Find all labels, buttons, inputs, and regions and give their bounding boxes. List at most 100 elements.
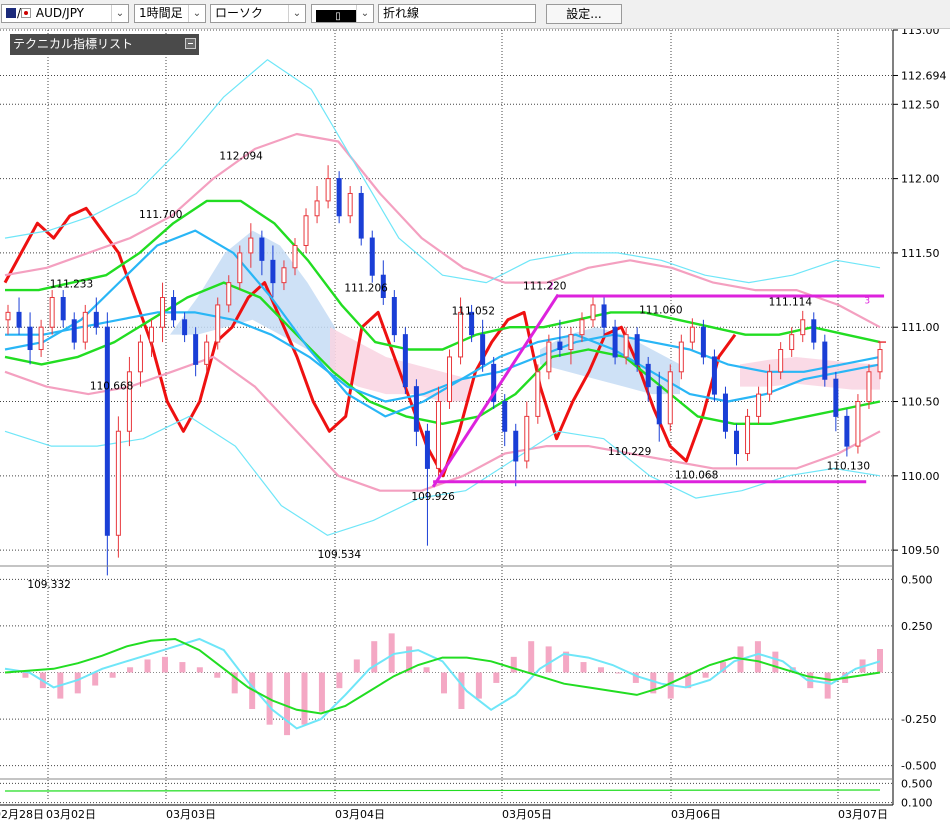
macd-histogram-bar	[597, 667, 604, 673]
bearish-candle	[358, 192, 364, 239]
bullish-candle	[435, 401, 441, 469]
macd-histogram-bar	[353, 659, 360, 673]
technical-indicator-list-panel[interactable]: テクニカル指標リスト	[10, 34, 199, 55]
bullish-candle	[215, 304, 221, 343]
chart-canvas[interactable]: 113.00112.694112.50112.00111.50111.00110…	[0, 0, 950, 824]
bearish-candle	[557, 341, 563, 351]
price-annotation: 110.668	[90, 381, 133, 393]
macd-histogram-bar	[615, 672, 622, 674]
timeframe-label: 1時間足	[139, 6, 183, 20]
jp-flag-icon	[21, 8, 32, 18]
price-annotation: 111.060	[639, 304, 682, 316]
x-tick-label: 03月04日	[335, 808, 385, 821]
bullish-candle	[204, 341, 210, 365]
color-select[interactable]: ▯ ⌄	[311, 4, 374, 23]
toolbar: / AUD/JPY ⌄ 1時間足 ⌄ ローソク ⌄ ▯ ⌄ 折れ線 設定...	[0, 0, 950, 29]
bearish-candle	[182, 319, 188, 336]
price-annotation: 110.068	[675, 470, 718, 482]
macd-histogram-bar	[318, 672, 325, 712]
x-tick-label: 03月05日	[502, 808, 552, 821]
bearish-candle	[601, 304, 607, 328]
bullish-candle	[568, 334, 574, 351]
price-annotation: 111.114	[769, 296, 813, 308]
bearish-candle	[634, 334, 640, 365]
price-annotation: 109.534	[318, 549, 362, 561]
bearish-candle	[645, 363, 651, 388]
y-tick-label: 111.00	[901, 321, 940, 334]
settings-button[interactable]: 設定...	[546, 4, 622, 24]
bearish-candle	[336, 178, 342, 217]
bearish-candle	[71, 319, 77, 343]
bullish-candle	[458, 311, 464, 358]
drawing-tool-field[interactable]: 折れ線	[378, 4, 536, 23]
bullish-candle	[281, 267, 287, 284]
bullish-candle	[148, 326, 154, 343]
macd-histogram-bar	[824, 672, 831, 699]
price-annotation: 110.229	[608, 446, 651, 458]
price-annotation: 111.233	[50, 279, 93, 291]
bearish-candle	[193, 334, 199, 365]
bullish-candle	[447, 356, 453, 403]
macd-histogram-bar	[336, 672, 343, 689]
bearish-candle	[27, 326, 33, 351]
bullish-candle	[756, 393, 762, 417]
bullish-candle	[866, 371, 872, 403]
chevron-down-icon[interactable]: ⌄	[288, 5, 305, 22]
bullish-candle	[303, 215, 309, 246]
bullish-candle	[237, 252, 243, 284]
bearish-candle	[171, 297, 177, 321]
bullish-candle	[778, 349, 784, 373]
macd-histogram-bar	[702, 672, 709, 678]
symbol-label: AUD/JPY	[35, 6, 84, 20]
chart-style-select[interactable]: ローソク ⌄	[210, 4, 306, 23]
macd-histogram-bar	[510, 656, 517, 673]
y-tick-label: 112.694	[901, 69, 947, 82]
price-annotation: 111.052	[452, 305, 495, 317]
macd-histogram-bar	[179, 662, 186, 673]
macd-histogram-bar	[877, 649, 883, 673]
macd-histogram-bar	[528, 641, 535, 673]
symbol-select[interactable]: / AUD/JPY ⌄	[1, 4, 129, 23]
chevron-down-icon[interactable]: ⌄	[188, 5, 205, 22]
drawing-tool-label: 折れ線	[383, 6, 420, 20]
chart-background	[0, 0, 950, 824]
bullish-candle	[524, 415, 530, 462]
macd-histogram-bar	[754, 641, 761, 673]
chevron-down-icon[interactable]: ⌄	[356, 5, 373, 22]
bullish-candle	[82, 311, 88, 343]
macd-tick-label: -0.500	[901, 760, 936, 773]
bullish-candle	[689, 326, 695, 343]
y-tick-label: 110.00	[901, 470, 940, 483]
bearish-candle	[833, 378, 839, 417]
candle-color-swatch-icon: ▯	[316, 10, 360, 22]
bearish-candle	[822, 341, 828, 380]
y-tick-label: 112.50	[901, 98, 940, 111]
bearish-candle	[811, 319, 817, 343]
trendline-marker: 3	[864, 296, 870, 306]
timeframe-select[interactable]: 1時間足 ⌄	[134, 4, 206, 23]
chart-style-label: ローソク	[215, 6, 264, 20]
bullish-candle	[38, 326, 44, 351]
bearish-candle	[700, 326, 706, 358]
oscillator-tick-label: 0.500	[901, 777, 933, 790]
minimize-icon[interactable]	[185, 38, 196, 49]
bearish-candle	[734, 430, 740, 455]
chevron-down-icon[interactable]: ⌄	[111, 5, 128, 22]
macd-histogram-bar	[196, 667, 203, 673]
bullish-candle	[160, 297, 166, 328]
macd-histogram-bar	[458, 672, 465, 710]
price-annotation: 111.206	[344, 283, 388, 295]
bearish-candle	[656, 386, 662, 425]
macd-histogram-bar	[545, 646, 552, 673]
price-annotation: 111.220	[523, 281, 566, 293]
y-tick-label: 110.50	[901, 396, 940, 409]
y-tick-label: 112.00	[901, 173, 940, 186]
macd-histogram-bar	[423, 667, 430, 673]
bullish-candle	[789, 334, 795, 351]
macd-tick-label: -0.250	[901, 713, 936, 726]
bullish-candle	[579, 319, 585, 336]
bearish-candle	[104, 326, 110, 536]
bearish-candle	[424, 430, 430, 469]
bearish-candle	[844, 415, 850, 447]
price-annotation: 111.700	[139, 209, 182, 221]
